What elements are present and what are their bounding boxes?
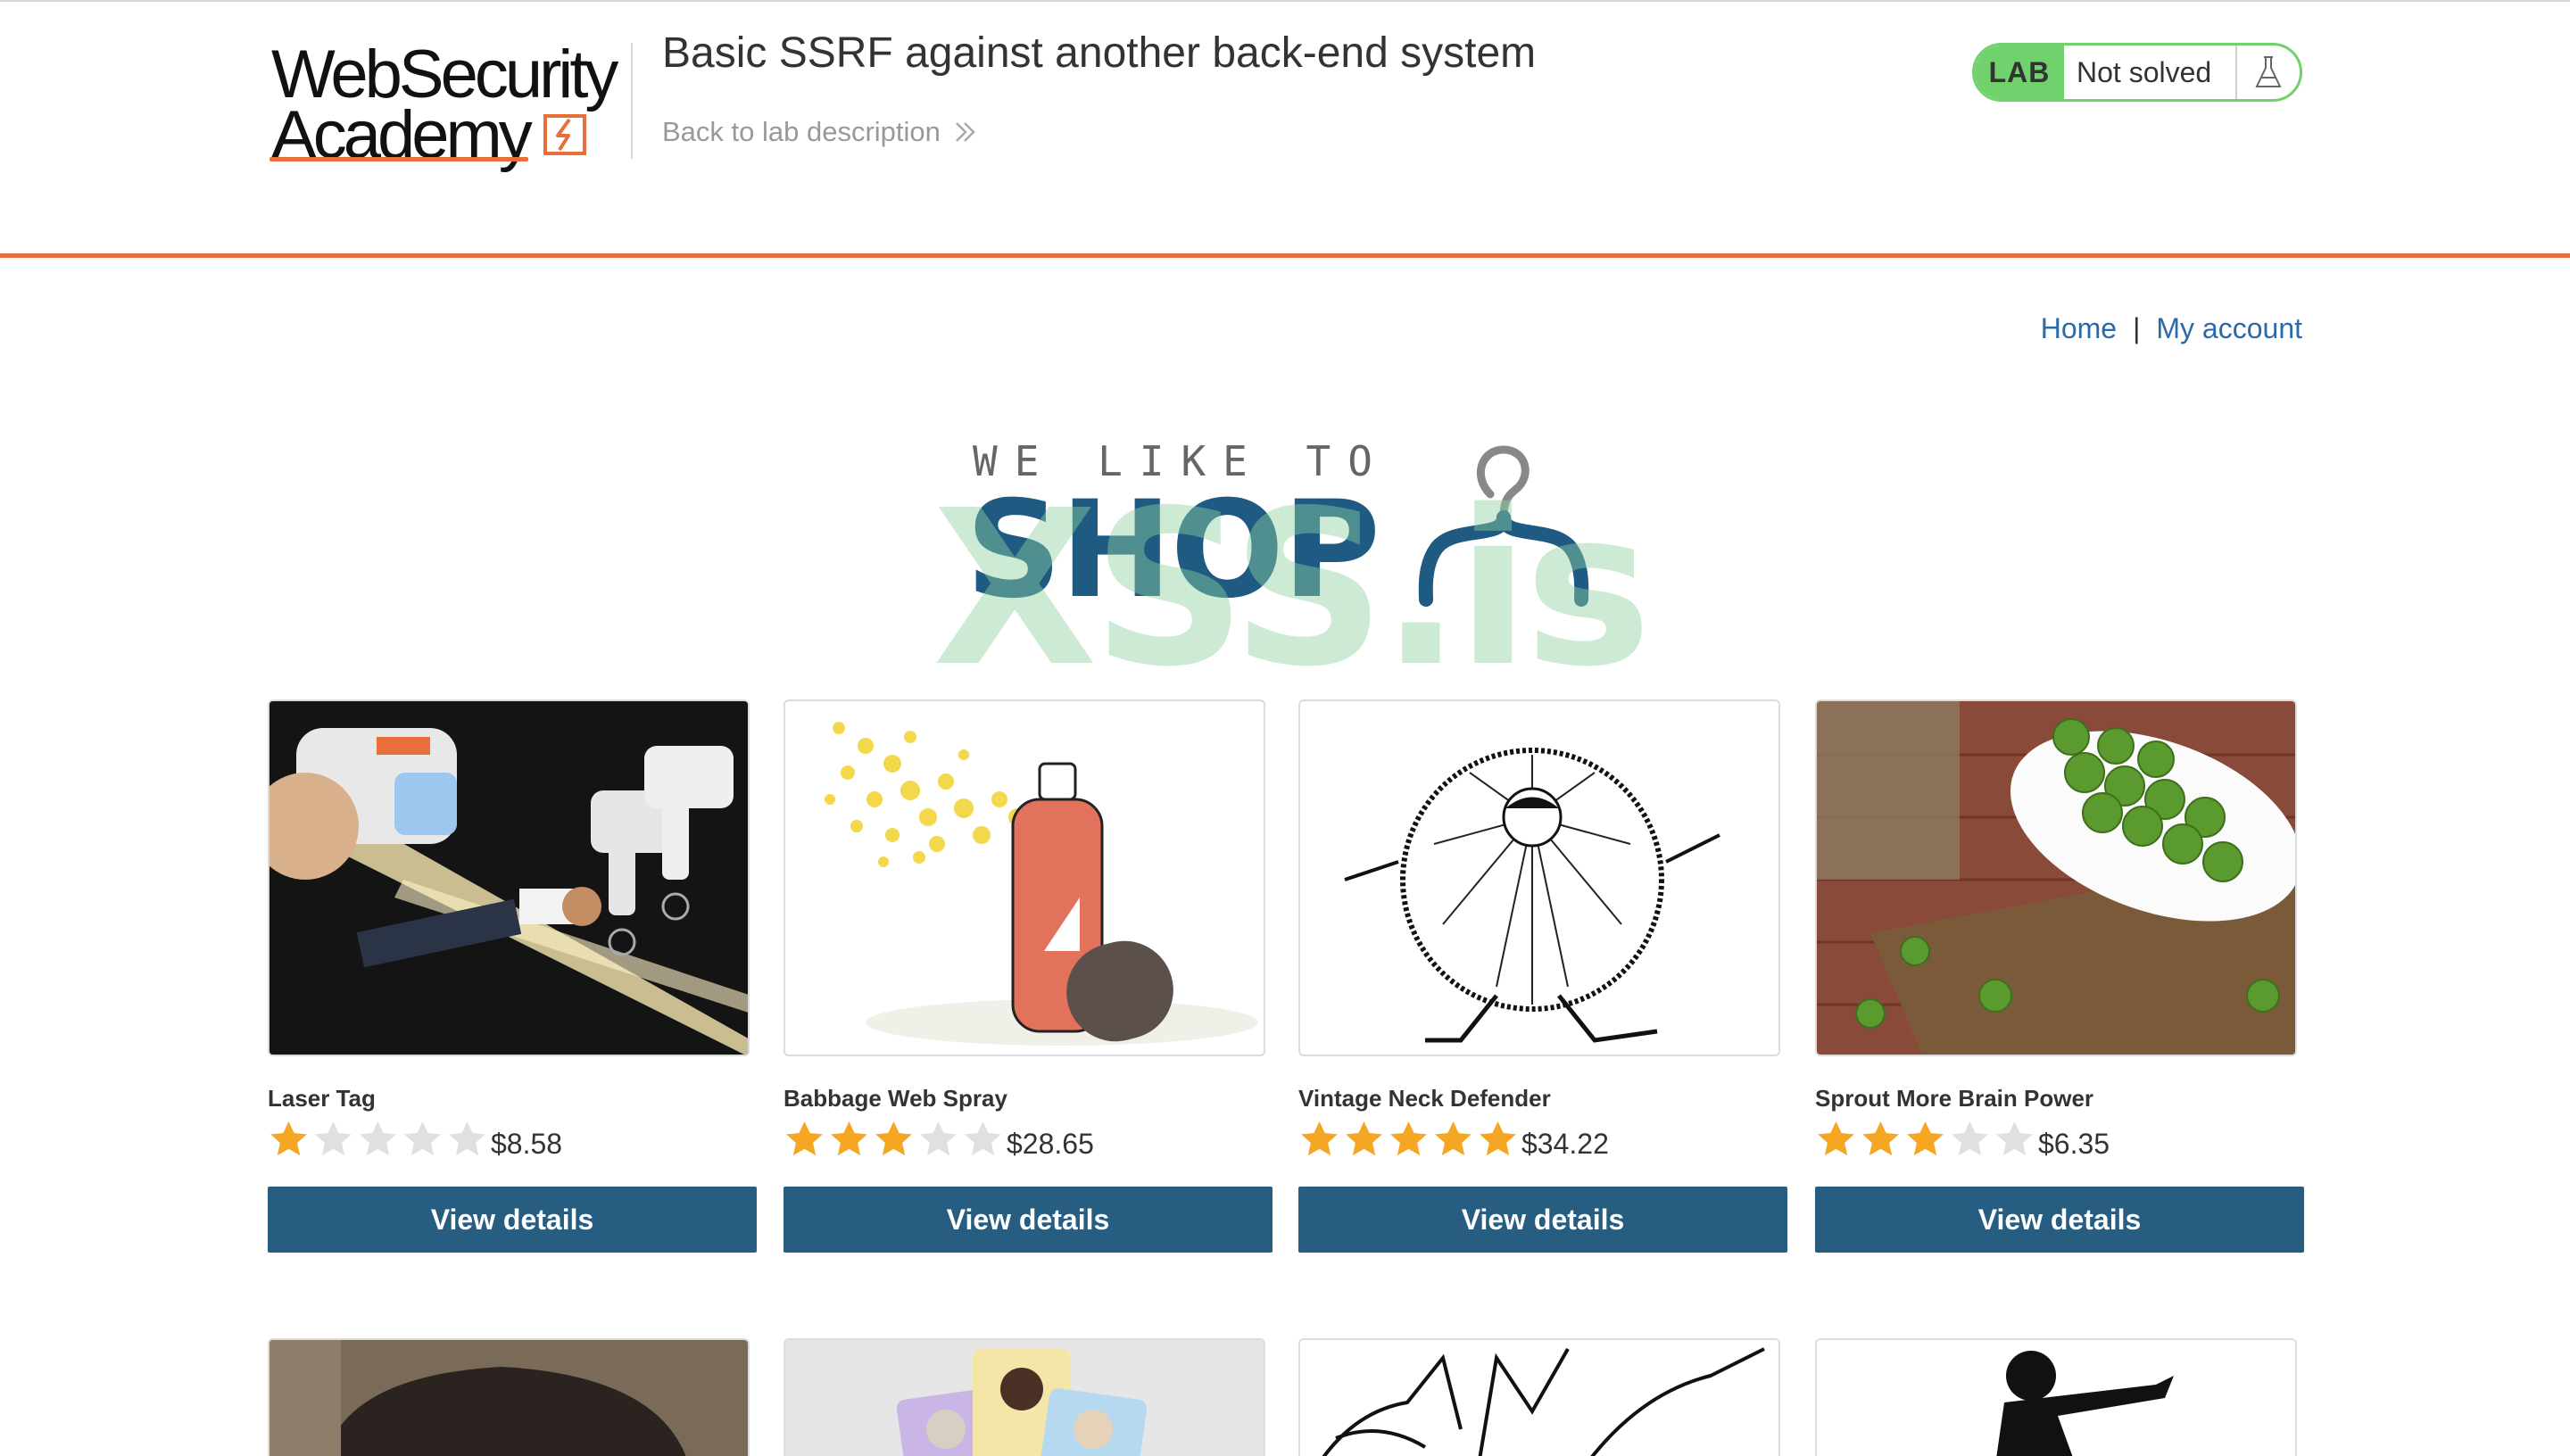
star-filled-icon — [1435, 1121, 1472, 1156]
star-empty-icon — [360, 1121, 396, 1156]
neck-defender-image[interactable] — [1298, 699, 1780, 1056]
double-chevron-right-icon — [956, 122, 975, 142]
product-name: Laser Tag — [268, 1085, 376, 1112]
logo-separator — [631, 43, 633, 159]
view-details-button[interactable]: View details — [1298, 1187, 1787, 1253]
product-name: Babbage Web Spray — [783, 1085, 1007, 1112]
star-rating — [1298, 1119, 1519, 1161]
back-to-lab-description-link[interactable]: Back to lab description — [662, 116, 978, 148]
star-rating — [1815, 1119, 2035, 1161]
lab-status-text: Not solved — [2077, 55, 2212, 88]
star-filled-icon — [270, 1121, 307, 1156]
star-empty-icon — [449, 1121, 485, 1156]
product-price: $34.22 — [1521, 1128, 1609, 1160]
star-rating — [783, 1119, 1004, 1161]
flask-icon — [2235, 46, 2300, 99]
product-price: $8.58 — [491, 1128, 563, 1160]
hat-image[interactable] — [268, 1338, 750, 1456]
star-filled-icon — [875, 1121, 912, 1156]
silhouette-image[interactable] — [1815, 1338, 2297, 1456]
view-details-button[interactable]: View details — [1815, 1187, 2304, 1253]
star-filled-icon — [1390, 1121, 1427, 1156]
nav-home-link[interactable]: Home — [2041, 312, 2117, 345]
star-filled-icon — [1818, 1121, 1854, 1156]
star-empty-icon — [404, 1121, 441, 1156]
sprouts-image[interactable] — [1815, 699, 2297, 1056]
logo-underline — [269, 157, 528, 161]
star-filled-icon — [1346, 1121, 1382, 1156]
xss-watermark: XSS.is — [932, 464, 1652, 714]
star-empty-icon — [1952, 1121, 1988, 1156]
spray-can-image[interactable] — [783, 699, 1265, 1056]
product-grid: Laser Tag $8.58 View details Babbage Web… — [268, 699, 2304, 1456]
view-details-button[interactable]: View details — [783, 1187, 1273, 1253]
star-empty-icon — [315, 1121, 352, 1156]
nav-my-account-link[interactable]: My account — [2156, 312, 2302, 345]
product-price: $6.35 — [2038, 1128, 2110, 1160]
lab-status-widget: LAB Not solved — [1972, 43, 2302, 102]
star-filled-icon — [1907, 1121, 1944, 1156]
star-empty-icon — [1996, 1121, 2033, 1156]
star-filled-icon — [1862, 1121, 1899, 1156]
sketch-image[interactable] — [1298, 1338, 1780, 1456]
back-link-label: Back to lab description — [662, 116, 941, 147]
product-price: $28.65 — [1007, 1128, 1094, 1160]
star-filled-icon — [1480, 1121, 1516, 1156]
view-details-button[interactable]: View details — [268, 1187, 757, 1253]
star-empty-icon — [965, 1121, 1001, 1156]
star-filled-icon — [1301, 1121, 1338, 1156]
header-accent-rule — [0, 253, 2570, 258]
logo-bolt-icon — [543, 114, 586, 155]
nav-separator: | — [2133, 312, 2141, 344]
lab-header: WebSecurity Academy Basic SSRF against a… — [0, 2, 2570, 255]
laser-tag-image[interactable] — [268, 699, 750, 1056]
product-name: Vintage Neck Defender — [1298, 1085, 1551, 1112]
web-security-academy-logo[interactable]: WebSecurity Academy — [268, 39, 634, 173]
star-filled-icon — [786, 1121, 823, 1156]
top-nav: Home | My account — [2041, 312, 2302, 345]
shop-banner: WE LIKE TO SHOP XSS.is — [901, 428, 1678, 714]
product-name: Sprout More Brain Power — [1815, 1085, 2094, 1112]
lab-title: Basic SSRF against another back-end syst… — [662, 29, 1537, 77]
star-rating — [268, 1119, 488, 1161]
star-empty-icon — [920, 1121, 957, 1156]
cards-image[interactable] — [783, 1338, 1265, 1456]
star-filled-icon — [831, 1121, 867, 1156]
lab-badge: LAB — [1975, 46, 2064, 99]
